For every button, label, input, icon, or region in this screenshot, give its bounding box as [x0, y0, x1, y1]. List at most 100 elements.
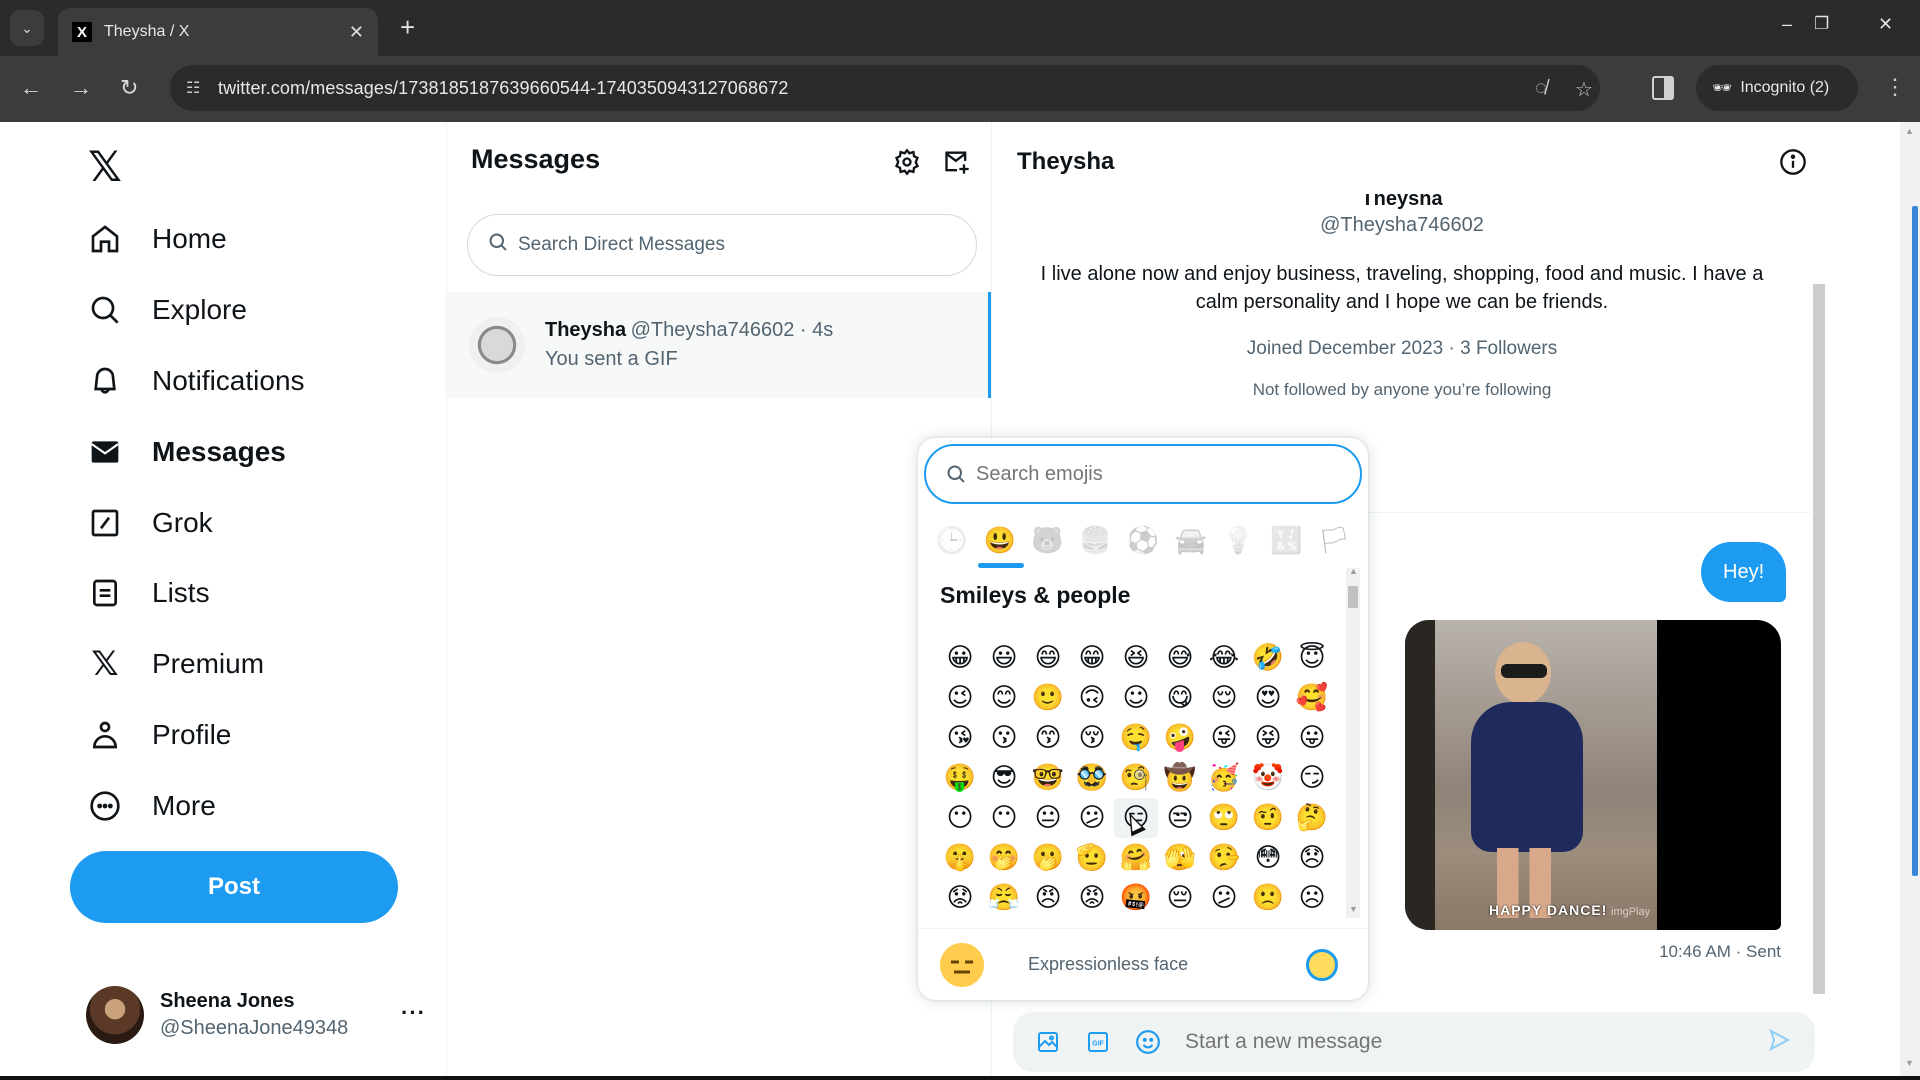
x-logo-icon[interactable]: 𝕏 [88, 142, 122, 191]
emoji-button[interactable]: 😊 [982, 678, 1026, 718]
emoji-button[interactable]: 🤑 [938, 758, 982, 798]
emoji-category-objects[interactable]: 💡 [1215, 520, 1263, 560]
emoji-button[interactable]: 🥳 [1202, 758, 1246, 798]
emoji-button[interactable]: ☹ [1290, 878, 1334, 918]
emoji-category-animals-nature[interactable]: 🐻 [1024, 520, 1072, 560]
emoji-search-field[interactable] [924, 444, 1362, 504]
emoji-button[interactable]: 😅 [1158, 638, 1202, 678]
emoji-scrollbar[interactable]: ▲ ▼ [1346, 566, 1360, 918]
emoji-button[interactable]: 🙂 [1026, 678, 1070, 718]
forward-button[interactable]: → [70, 75, 92, 101]
emoji-button[interactable]: 🤭 [982, 838, 1026, 878]
close-window-button[interactable]: ✕ [1878, 14, 1893, 35]
tab-search-button[interactable]: ⌄ [10, 10, 44, 46]
incognito-indicator[interactable]: 🕶 Incognito (2) [1696, 65, 1858, 111]
nav-premium[interactable]: 𝕏 Premium [88, 639, 264, 689]
emoji-category-symbols[interactable]: 🔣 [1262, 520, 1310, 560]
nav-profile[interactable]: Profile [88, 710, 231, 760]
emoji-icon[interactable] [1135, 1029, 1161, 1055]
emoji-button[interactable]: 🤡 [1246, 758, 1290, 798]
emoji-button[interactable]: 🙄 [1202, 798, 1246, 838]
emoji-category-smileys-people[interactable]: 😃 [976, 520, 1024, 568]
emoji-button[interactable]: 🫣 [1158, 838, 1202, 878]
nav-notifications[interactable]: Notifications [88, 356, 305, 406]
message-input[interactable] [1185, 1030, 1767, 1054]
emoji-button[interactable]: 😁 [1070, 638, 1114, 678]
emoji-button[interactable]: 🤥 [1202, 838, 1246, 878]
emoji-button[interactable]: 🤨 [1246, 798, 1290, 838]
emoji-button[interactable]: 🤠 [1158, 758, 1202, 798]
dm-search-input[interactable]: Search Direct Messages [467, 214, 977, 276]
image-icon[interactable] [1035, 1029, 1061, 1055]
back-button[interactable]: ← [20, 75, 42, 101]
emoji-button[interactable]: 🤣 [1246, 638, 1290, 678]
scroll-up-arrow[interactable]: ▲ [1905, 126, 1914, 136]
emoji-button[interactable]: 😎 [982, 758, 1026, 798]
emoji-button[interactable]: 🙃 [1070, 678, 1114, 718]
nav-more[interactable]: More [88, 781, 216, 831]
emoji-button[interactable]: 🤫 [938, 838, 982, 878]
new-message-icon[interactable] [941, 146, 973, 178]
emoji-button[interactable]: 😤 [982, 878, 1026, 918]
emoji-button[interactable]: 😗 [982, 718, 1026, 758]
emoji-button[interactable]: 🤗 [1114, 838, 1158, 878]
emoji-button[interactable]: 😕 [1070, 798, 1114, 838]
emoji-button[interactable]: 😆 [1114, 638, 1158, 678]
tracking-protection-icon[interactable]: ◌̸ [1535, 77, 1547, 100]
side-panel-icon[interactable] [1652, 76, 1674, 100]
restore-button[interactable]: ❐ [1814, 14, 1829, 34]
gif-message[interactable]: HAPPY DANCE! imgPlay [1405, 620, 1781, 930]
emoji-button[interactable]: 😟 [938, 878, 982, 918]
emoji-button[interactable]: 😡 [1070, 878, 1114, 918]
scroll-up-arrow[interactable]: ▲ [1349, 566, 1358, 576]
bookmark-star-icon[interactable]: ☆ [1575, 77, 1593, 102]
emoji-button[interactable]: 🥰 [1290, 678, 1334, 718]
emoji-button[interactable]: 😛 [1290, 718, 1334, 758]
scroll-down-arrow[interactable]: ▼ [1349, 904, 1358, 914]
emoji-category-flags[interactable]: 🏳 [1310, 520, 1358, 560]
emoji-button[interactable]: 🤓 [1026, 758, 1070, 798]
emoji-button[interactable]: 😔 [1158, 878, 1202, 918]
tab-close-icon[interactable]: ✕ [349, 22, 364, 43]
emoji-button[interactable]: 😙 [1026, 718, 1070, 758]
send-icon[interactable] [1767, 1028, 1791, 1057]
conversation-item[interactable]: Theysha @Theysha746602 · 4s You sent a G… [447, 292, 991, 398]
emoji-button[interactable]: 🧐 [1114, 758, 1158, 798]
nav-messages[interactable]: Messages [88, 427, 286, 477]
url-text[interactable]: twitter.com/messages/1738185187639660544… [218, 78, 788, 99]
new-tab-button[interactable]: + [400, 12, 415, 42]
emoji-button[interactable]: 😕 [1202, 878, 1246, 918]
emoji-button[interactable]: 🫢 [1026, 838, 1070, 878]
nav-home[interactable]: Home [88, 214, 227, 264]
emoji-button[interactable]: 🤔 [1290, 798, 1334, 838]
skin-tone-selector[interactable] [1306, 948, 1338, 981]
emoji-button[interactable]: 😳 [1246, 838, 1290, 878]
browser-tab[interactable]: X Theysha / X ✕ [58, 8, 378, 56]
message-bubble[interactable]: Hey! [1701, 542, 1787, 602]
emoji-search-input[interactable] [976, 462, 1336, 486]
browser-menu-icon[interactable]: ⋮ [1884, 74, 1906, 100]
emoji-button[interactable]: 😂 [1202, 638, 1246, 678]
emoji-button[interactable]: 😜 [1202, 718, 1246, 758]
settings-gear-icon[interactable] [891, 146, 923, 178]
emoji-button[interactable]: 🤪 [1158, 718, 1202, 758]
nav-lists[interactable]: Lists [88, 568, 210, 618]
chat-scrollbar-thumb[interactable] [1813, 284, 1825, 994]
emoji-category-food-drink[interactable]: 🍔 [1071, 520, 1119, 560]
emoji-button[interactable]: 😋 [1158, 678, 1202, 718]
nav-explore[interactable]: Explore [88, 285, 247, 335]
emoji-button[interactable]: 😶 [938, 798, 982, 838]
emoji-button[interactable]: 😐 [1026, 798, 1070, 838]
emoji-button[interactable]: 😏 [1290, 758, 1334, 798]
emoji-button[interactable]: 🥸 [1070, 758, 1114, 798]
emoji-button[interactable]: 😄 [1026, 638, 1070, 678]
nav-grok[interactable]: Grok [88, 498, 213, 548]
emoji-button[interactable]: 🫡 [1070, 838, 1114, 878]
emoji-button[interactable]: 😇 [1290, 638, 1334, 678]
emoji-button[interactable]: 😍 [1246, 678, 1290, 718]
account-switcher[interactable]: Sheena Jones @SheenaJone49348 ··· [86, 982, 426, 1048]
emoji-button[interactable]: 😃 [982, 638, 1026, 678]
emoji-button[interactable]: 🙁 [1246, 878, 1290, 918]
emoji-button[interactable]: 😶 [982, 798, 1026, 838]
emoji-button[interactable]: ☺ [1114, 678, 1158, 718]
